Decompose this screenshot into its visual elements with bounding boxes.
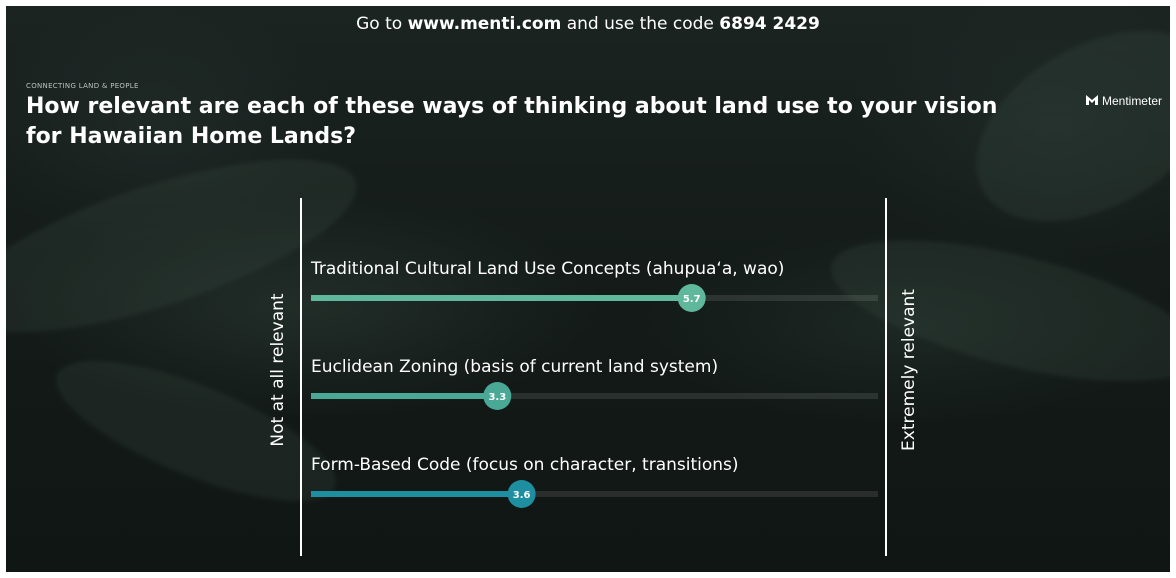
- value-label: 3.3: [488, 392, 506, 403]
- value-label: 5.7: [683, 294, 701, 305]
- category-label: Form-Based Code (focus on character, tra…: [311, 455, 739, 475]
- min-scale-label: Not at all relevant: [268, 293, 288, 446]
- bar-fill: [311, 393, 498, 399]
- category-label: Traditional Cultural Land Use Concepts (…: [310, 259, 784, 279]
- bar-fill: [311, 491, 522, 497]
- max-scale-label: Extremely relevant: [899, 289, 919, 451]
- scale-chart: Not at all relevant Extremely relevant T…: [268, 198, 919, 556]
- category-label: Euclidean Zoning (basis of current land …: [311, 357, 718, 377]
- bar-fill: [311, 295, 692, 301]
- value-label: 3.6: [513, 490, 531, 501]
